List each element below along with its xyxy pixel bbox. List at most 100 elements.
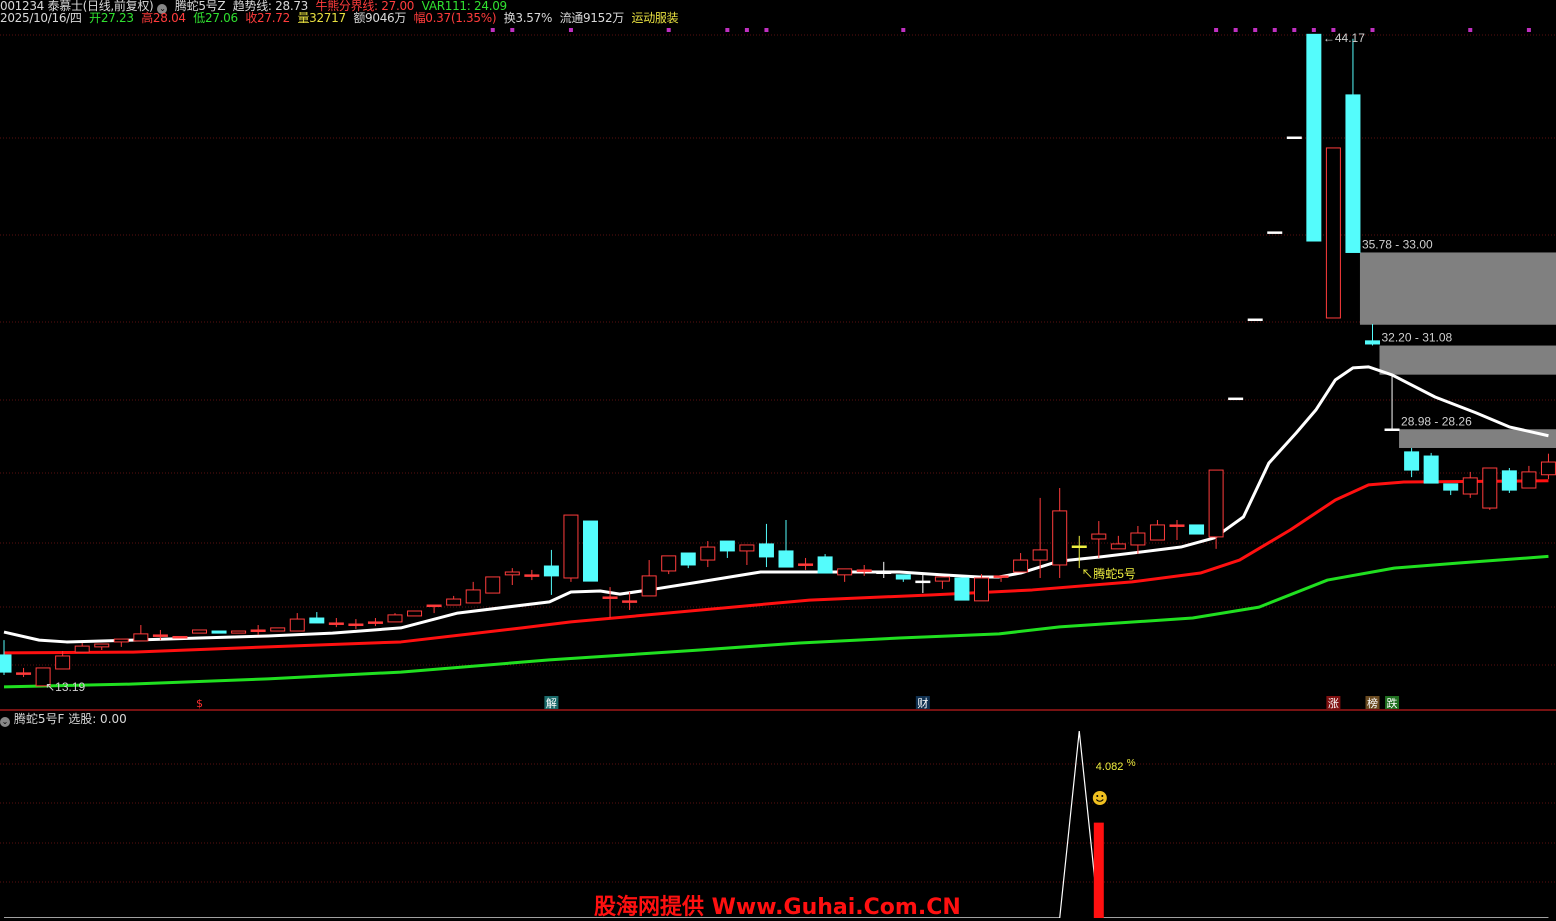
- close-price: 收27.72: [245, 11, 290, 25]
- signal-bar: [1094, 823, 1104, 918]
- candle-body: [584, 521, 598, 581]
- candle: [877, 562, 891, 578]
- candle-body: [153, 635, 167, 637]
- candle-body: [1209, 470, 1223, 537]
- candle-body: [408, 611, 422, 616]
- top-marker-dot: [901, 28, 905, 32]
- candle: [935, 577, 949, 589]
- gap-label: 35.78 - 33.00: [1362, 237, 1433, 251]
- candle: [1366, 324, 1380, 346]
- candle-body: [1170, 525, 1184, 527]
- candle: [857, 565, 871, 576]
- candle-body: [1033, 550, 1047, 560]
- candle: [1444, 484, 1458, 495]
- smiley-eye: [1096, 795, 1098, 797]
- candle: [818, 554, 832, 573]
- candle-body: [1502, 471, 1516, 490]
- top-markers: [491, 28, 1531, 32]
- candle-body: [329, 623, 343, 625]
- candle-body: [1014, 560, 1028, 572]
- kline-chart[interactable]: 35.78 - 33.0032.20 - 31.0828.98 - 28.26 …: [0, 0, 1556, 918]
- candle: [1229, 398, 1243, 400]
- smiley-eye: [1101, 795, 1103, 797]
- candle-body: [1072, 546, 1086, 548]
- candle-body: [56, 656, 70, 669]
- candle: [95, 644, 109, 650]
- indicator-panel-name[interactable]: 腾蛇5号F: [14, 712, 65, 726]
- open-price: 开27.23: [89, 11, 134, 25]
- candle: [1522, 466, 1536, 488]
- smiley-face: [1093, 791, 1107, 805]
- low-price: 低27.06: [193, 11, 238, 25]
- top-marker-dot: [1253, 28, 1257, 32]
- candle: [799, 558, 813, 570]
- select-value: 选股: 0.00: [68, 712, 127, 726]
- top-marker-dot: [667, 28, 671, 32]
- candle-body: [525, 575, 539, 577]
- event-badge: 财: [917, 696, 928, 710]
- candle: [584, 521, 598, 581]
- candle: [1483, 468, 1497, 510]
- candle: [1385, 375, 1399, 431]
- annotation-high: ←44.17: [1323, 31, 1365, 45]
- candle: [505, 568, 519, 585]
- moving-average-lines: [4, 367, 1548, 687]
- candle-body: [1385, 429, 1399, 431]
- amount: 额9046万: [353, 11, 406, 25]
- volume: 量32717: [297, 11, 345, 25]
- candle-body: [388, 615, 402, 622]
- top-marker-dot: [1312, 28, 1316, 32]
- candle: [564, 515, 578, 582]
- candle-body: [427, 605, 441, 607]
- sector[interactable]: 运动服装: [632, 11, 679, 25]
- dropdown-circle-icon[interactable]: ⌄: [0, 717, 10, 727]
- candle-body: [857, 570, 871, 572]
- candle: [0, 640, 11, 675]
- gap-label: 28.98 - 28.26: [1401, 414, 1472, 428]
- candle: [17, 668, 31, 677]
- high-price: 高28.04: [141, 11, 186, 25]
- smiley-icon: [1093, 791, 1107, 805]
- float-shares: 流通9152万: [560, 11, 624, 25]
- candle: [388, 613, 402, 622]
- candle-body: [1131, 533, 1145, 545]
- candle: [408, 611, 422, 616]
- candle: [1092, 521, 1106, 558]
- top-marker-dot: [510, 28, 514, 32]
- candle-body: [720, 541, 734, 551]
- candle: [271, 628, 285, 631]
- candle: [701, 541, 715, 567]
- candle: [642, 560, 656, 596]
- candle: [1150, 520, 1164, 540]
- candle: [134, 625, 148, 641]
- candle: [955, 578, 969, 600]
- candle-body: [271, 628, 285, 631]
- candle-body: [134, 634, 148, 641]
- event-markers: $解财涨榜跌: [193, 696, 1400, 710]
- candle: [1541, 454, 1555, 479]
- candle: [720, 541, 734, 558]
- candle-body: [1268, 232, 1282, 234]
- candle-body: [1287, 137, 1301, 139]
- candle-body: [368, 622, 382, 624]
- top-marker-dot: [1234, 28, 1238, 32]
- change: 幅0.37(1.35%): [414, 11, 497, 25]
- candle-body: [935, 577, 949, 581]
- percent-sign: %: [1127, 758, 1136, 769]
- candle: [486, 577, 500, 593]
- top-marker-dot: [1527, 28, 1531, 32]
- candle: [1268, 232, 1282, 234]
- grid-lines: [0, 35, 1556, 882]
- candle-body: [975, 578, 989, 601]
- candle-body: [779, 551, 793, 567]
- candle: [349, 619, 363, 629]
- candle-body: [994, 576, 1008, 578]
- candle-body: [95, 644, 109, 647]
- candle: [1287, 137, 1301, 139]
- candle-body: [564, 515, 578, 578]
- candle-body: [1053, 511, 1067, 565]
- event-badge: 跌: [1387, 696, 1398, 710]
- candle-body: [17, 673, 31, 675]
- candle-body: [75, 646, 89, 652]
- candle: [1072, 536, 1086, 568]
